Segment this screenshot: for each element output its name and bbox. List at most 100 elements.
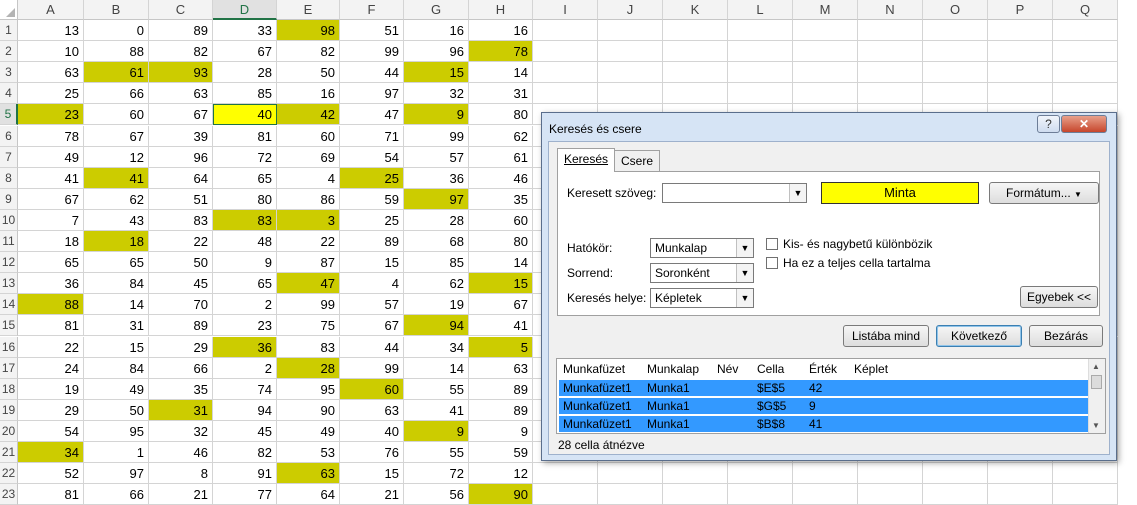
cell-c9[interactable]: 51 xyxy=(149,188,213,210)
row-header-12[interactable]: 12 xyxy=(0,252,18,274)
cell-i3[interactable] xyxy=(533,62,598,84)
cell-g5[interactable]: 9 xyxy=(404,104,469,126)
cell-f22[interactable]: 15 xyxy=(340,463,404,485)
cell-b23[interactable]: 66 xyxy=(84,484,149,505)
cell-d5[interactable]: 40 xyxy=(213,104,277,126)
column-header-e[interactable]: E xyxy=(277,0,340,20)
cell-g16[interactable]: 34 xyxy=(404,336,469,358)
cell-k4[interactable] xyxy=(663,83,728,105)
cell-g22[interactable]: 72 xyxy=(404,463,469,485)
row-header-16[interactable]: 16 xyxy=(0,336,18,358)
cell-h11[interactable]: 80 xyxy=(469,231,533,253)
cell-e7[interactable]: 69 xyxy=(277,146,340,168)
cell-e16[interactable]: 83 xyxy=(277,336,340,358)
cell-j4[interactable] xyxy=(598,83,663,105)
cell-e19[interactable]: 90 xyxy=(277,399,340,421)
cell-k23[interactable] xyxy=(663,484,728,505)
cell-a11[interactable]: 18 xyxy=(18,231,84,253)
chevron-down-icon[interactable]: ▼ xyxy=(736,264,753,282)
cell-g18[interactable]: 55 xyxy=(404,378,469,400)
cell-h21[interactable]: 59 xyxy=(469,442,533,464)
cell-c18[interactable]: 35 xyxy=(149,378,213,400)
cell-p1[interactable] xyxy=(988,20,1053,42)
cell-d14[interactable]: 2 xyxy=(213,294,277,316)
cell-h14[interactable]: 67 xyxy=(469,294,533,316)
whole-cell-checkbox[interactable] xyxy=(766,257,778,269)
cell-d12[interactable]: 9 xyxy=(213,252,277,274)
cell-m22[interactable] xyxy=(793,463,858,485)
row-header-8[interactable]: 8 xyxy=(0,167,18,189)
cell-j1[interactable] xyxy=(598,20,663,42)
cell-a7[interactable]: 49 xyxy=(18,146,84,168)
cell-q1[interactable] xyxy=(1053,20,1118,42)
cell-l23[interactable] xyxy=(728,484,793,505)
cell-f8[interactable]: 25 xyxy=(340,167,404,189)
cell-g9[interactable]: 97 xyxy=(404,188,469,210)
cell-k1[interactable] xyxy=(663,20,728,42)
row-header-5[interactable]: 5 xyxy=(0,104,18,126)
column-header-j[interactable]: J xyxy=(598,0,663,20)
cell-f2[interactable]: 99 xyxy=(340,41,404,63)
tab-replace[interactable]: Csere xyxy=(614,150,661,172)
cell-b7[interactable]: 12 xyxy=(84,146,149,168)
cell-p22[interactable] xyxy=(988,463,1053,485)
cell-a5[interactable]: 23 xyxy=(18,104,84,126)
cell-d3[interactable]: 28 xyxy=(213,62,277,84)
cell-e17[interactable]: 28 xyxy=(277,357,340,379)
cell-f1[interactable]: 51 xyxy=(340,20,404,42)
cell-d15[interactable]: 23 xyxy=(213,315,277,337)
row-header-17[interactable]: 17 xyxy=(0,357,18,379)
cell-h18[interactable]: 89 xyxy=(469,378,533,400)
result-row[interactable]: Munkafüzet1 Munka1 $G$5 9 xyxy=(559,398,1092,414)
cell-c2[interactable]: 82 xyxy=(149,41,213,63)
options-button[interactable]: Egyebek << xyxy=(1020,286,1098,308)
cell-d9[interactable]: 80 xyxy=(213,188,277,210)
cell-e1[interactable]: 98 xyxy=(277,20,340,42)
cell-a21[interactable]: 34 xyxy=(18,442,84,464)
cell-h20[interactable]: 9 xyxy=(469,420,533,442)
column-header-f[interactable]: F xyxy=(340,0,404,20)
row-header-9[interactable]: 9 xyxy=(0,188,18,210)
cell-h3[interactable]: 14 xyxy=(469,62,533,84)
cell-g12[interactable]: 85 xyxy=(404,252,469,274)
cell-d23[interactable]: 77 xyxy=(213,484,277,505)
cell-p3[interactable] xyxy=(988,62,1053,84)
cell-h5[interactable]: 80 xyxy=(469,104,533,126)
cell-j3[interactable] xyxy=(598,62,663,84)
cell-d20[interactable]: 45 xyxy=(213,420,277,442)
cell-g7[interactable]: 57 xyxy=(404,146,469,168)
col-header-name[interactable]: Név xyxy=(717,362,738,376)
column-header-o[interactable]: O xyxy=(923,0,988,20)
cell-a6[interactable]: 78 xyxy=(18,125,84,147)
column-header-a[interactable]: A xyxy=(18,0,84,20)
cell-a1[interactable]: 13 xyxy=(18,20,84,42)
column-header-k[interactable]: K xyxy=(663,0,728,20)
cell-d19[interactable]: 94 xyxy=(213,399,277,421)
cell-h13[interactable]: 15 xyxy=(469,273,533,295)
close-icon[interactable]: ✕ xyxy=(1061,115,1107,133)
cell-e21[interactable]: 53 xyxy=(277,442,340,464)
row-header-4[interactable]: 4 xyxy=(0,83,18,105)
cell-g2[interactable]: 96 xyxy=(404,41,469,63)
cell-h4[interactable]: 31 xyxy=(469,83,533,105)
cell-q2[interactable] xyxy=(1053,41,1118,63)
cell-f15[interactable]: 67 xyxy=(340,315,404,337)
cell-q22[interactable] xyxy=(1053,463,1118,485)
cell-c6[interactable]: 39 xyxy=(149,125,213,147)
cell-a12[interactable]: 65 xyxy=(18,252,84,274)
cell-o22[interactable] xyxy=(923,463,988,485)
cell-a3[interactable]: 63 xyxy=(18,62,84,84)
row-header-15[interactable]: 15 xyxy=(0,315,18,337)
cell-f6[interactable]: 71 xyxy=(340,125,404,147)
cell-g21[interactable]: 55 xyxy=(404,442,469,464)
cell-f20[interactable]: 40 xyxy=(340,420,404,442)
cell-g15[interactable]: 94 xyxy=(404,315,469,337)
cell-b12[interactable]: 65 xyxy=(84,252,149,274)
scroll-thumb[interactable] xyxy=(1091,375,1102,389)
select-all-corner[interactable] xyxy=(0,0,18,20)
cell-g4[interactable]: 32 xyxy=(404,83,469,105)
order-select[interactable]: Soronként ▼ xyxy=(650,263,754,283)
cell-e13[interactable]: 47 xyxy=(277,273,340,295)
find-what-input[interactable]: ▼ xyxy=(662,183,807,203)
cell-g23[interactable]: 56 xyxy=(404,484,469,505)
